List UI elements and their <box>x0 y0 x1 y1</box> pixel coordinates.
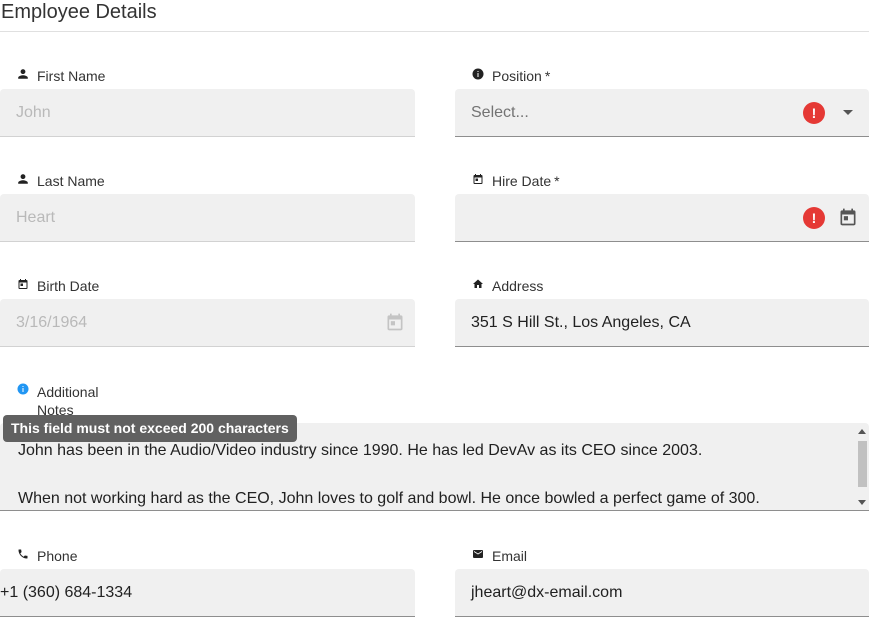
scroll-up-icon[interactable] <box>858 429 866 434</box>
first-name-field: John <box>0 89 415 137</box>
scroll-down-icon[interactable] <box>858 500 866 505</box>
error-icon: ! <box>803 207 825 229</box>
phone-value: +1 (360) 684-1334 <box>0 584 133 601</box>
calendar-icon <box>18 279 28 289</box>
person-icon <box>18 69 28 79</box>
notes-label: Additional Notes <box>17 383 99 419</box>
required-mark: * <box>554 173 560 189</box>
birth-date-value: 3/16/1964 <box>16 314 88 331</box>
email-value: jheart@dx-email.com <box>471 584 623 601</box>
email-label: Email <box>472 548 527 564</box>
last-name-value: Heart <box>16 209 56 226</box>
info-blue-icon <box>17 383 29 395</box>
person-icon <box>18 174 28 184</box>
birth-date-field: 3/16/1964 <box>0 299 415 347</box>
position-placeholder: Select... <box>471 104 529 121</box>
first-name-label: First Name <box>17 68 105 84</box>
phone-label: Phone <box>17 548 77 564</box>
first-name-value: John <box>16 104 51 121</box>
page-title: Employee Details <box>1 1 157 23</box>
email-icon <box>473 550 483 558</box>
chevron-down-icon[interactable] <box>843 110 853 115</box>
required-mark: * <box>544 68 551 84</box>
calendar-icon <box>387 313 403 331</box>
page-header: Employee Details <box>0 0 869 32</box>
calendar-icon[interactable] <box>838 207 858 227</box>
calendar-icon <box>473 174 483 184</box>
address-value: 351 S Hill St., Los Angeles, CA <box>471 314 691 331</box>
error-icon: ! <box>803 102 825 124</box>
info-icon <box>472 68 484 80</box>
birth-date-label: Birth Date <box>17 278 99 294</box>
notes-scrollbar[interactable] <box>857 427 867 507</box>
scroll-thumb[interactable] <box>858 441 867 487</box>
home-icon <box>473 279 483 288</box>
position-label: Position * <box>472 68 550 84</box>
validation-tooltip: This field must not exceed 200 character… <box>3 415 297 442</box>
email-input[interactable]: jheart@dx-email.com <box>455 569 869 617</box>
position-select[interactable]: Select... ! <box>455 89 869 137</box>
phone-icon <box>18 549 28 559</box>
address-label: Address <box>472 278 543 294</box>
notes-line-1: John has been in the Audio/Video industr… <box>18 442 703 459</box>
last-name-label: Last Name <box>17 173 105 189</box>
hire-date-input[interactable]: ! <box>455 194 869 242</box>
last-name-field: Heart <box>0 194 415 242</box>
phone-input[interactable]: +1 (360) 684-1334 <box>0 569 415 617</box>
hire-date-label: Hire Date * <box>472 173 560 189</box>
address-input[interactable]: 351 S Hill St., Los Angeles, CA <box>455 299 869 347</box>
notes-line-2: When not working hard as the CEO, John l… <box>18 490 760 507</box>
